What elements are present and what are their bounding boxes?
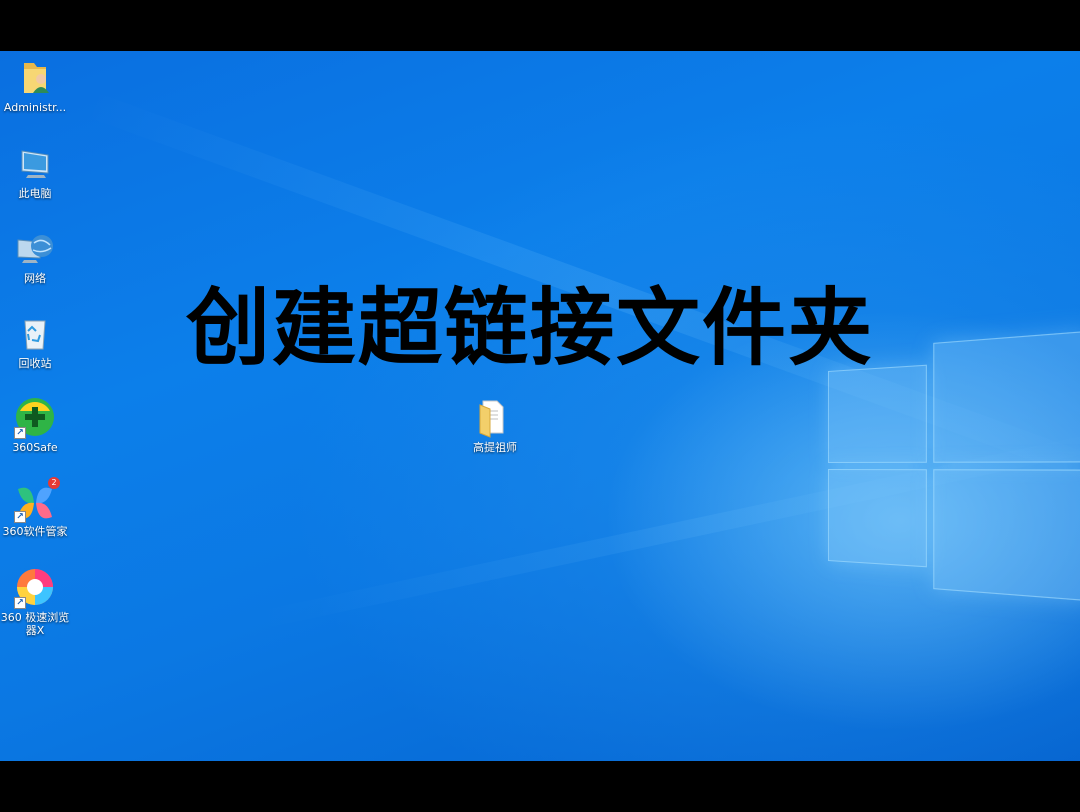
360-browser-icon: ↗ — [14, 567, 56, 609]
desktop-folder-item[interactable]: 高提祖师 — [460, 397, 530, 454]
folder-icon — [474, 397, 516, 439]
shortcut-arrow-icon: ↗ — [14, 511, 26, 523]
desktop-icon-360-software-manager[interactable]: ↗ 2 360软件管家 — [0, 477, 70, 538]
shortcut-arrow-icon: ↗ — [14, 597, 26, 609]
desktop[interactable]: Administr... 此电脑 网络 回收站 ↗ 360Safe ↗ 2 36… — [0, 51, 1080, 761]
desktop-icon-network[interactable]: 网络 — [0, 228, 70, 285]
desktop-icon-360-browser[interactable]: ↗ 360 极速浏览器X — [0, 567, 70, 637]
user-folder-icon — [14, 57, 56, 99]
shortcut-arrow-icon: ↗ — [14, 427, 26, 439]
desktop-icon-recycle-bin[interactable]: 回收站 — [0, 313, 70, 370]
overlay-title: 创建超链接文件夹 — [186, 279, 875, 377]
desktop-icon-administrator[interactable]: Administr... — [0, 57, 70, 114]
network-globe-icon — [14, 228, 56, 270]
letterbox-bottom — [0, 761, 1080, 812]
desktop-icon-360safe[interactable]: ↗ 360Safe — [0, 397, 70, 454]
desktop-icon-this-pc[interactable]: 此电脑 — [0, 143, 70, 200]
360-software-manager-icon: ↗ 2 — [14, 477, 60, 523]
recycle-bin-icon — [14, 313, 56, 355]
360safe-icon: ↗ — [14, 397, 56, 439]
letterbox-top — [0, 0, 1080, 51]
computer-icon — [14, 143, 56, 185]
notification-badge: 2 — [48, 477, 60, 489]
